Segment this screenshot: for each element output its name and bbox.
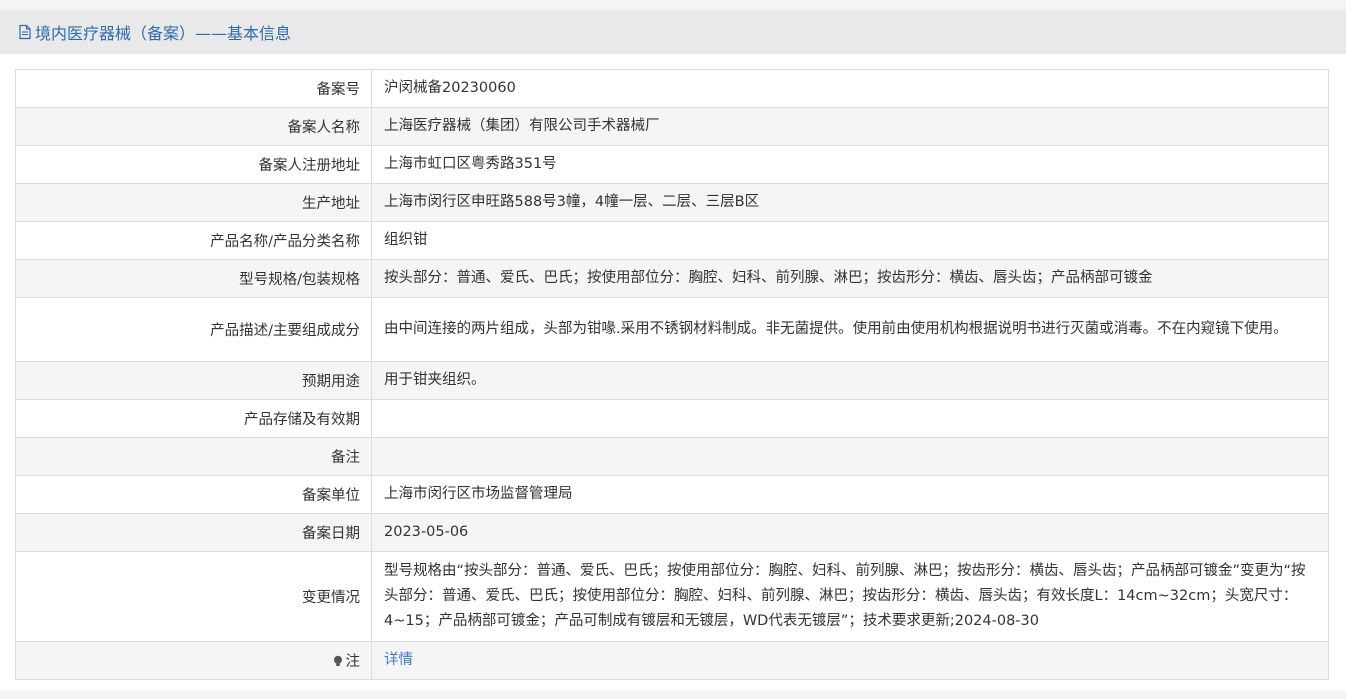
row-label: 备案日期	[15, 513, 372, 552]
row-value: 型号规格由“按头部分：普通、爱氏、巴氏；按使用部位分：胸腔、妇科、前列腺、淋巴；…	[371, 551, 1329, 642]
row-label: 型号规格/包装规格	[15, 259, 372, 298]
document-icon	[17, 24, 33, 40]
row-label: 生产地址	[15, 183, 372, 222]
row-value: 2023-05-06	[371, 513, 1329, 552]
info-table-container: 备案号 沪闵械备20230060 备案人名称 上海医疗器械（集团）有限公司手术器…	[15, 69, 1329, 680]
row-label: 备案人名称	[15, 107, 372, 146]
row-value: 按头部分：普通、爱氏、巴氏；按使用部位分：胸腔、妇科、前列腺、淋巴；按齿形分：横…	[371, 259, 1329, 298]
note-row: 注 详情	[15, 641, 1329, 680]
row-label: 备案人注册地址	[15, 145, 372, 184]
table-row: 变更情况 型号规格由“按头部分：普通、爱氏、巴氏；按使用部位分：胸腔、妇科、前列…	[15, 551, 1329, 642]
row-label: 产品描述/主要组成成分	[15, 297, 372, 362]
table-row: 备案单位 上海市闵行区市场监督管理局	[15, 475, 1329, 514]
table-row: 型号规格/包装规格 按头部分：普通、爱氏、巴氏；按使用部位分：胸腔、妇科、前列腺…	[15, 259, 1329, 298]
bottom-strip	[0, 690, 1346, 699]
row-label: 产品名称/产品分类名称	[15, 221, 372, 260]
row-value: 由中间连接的两片组成，头部为钳喙.采用不锈钢材料制成。非无菌提供。使用前由使用机…	[371, 297, 1329, 362]
row-value: 上海市闵行区市场监督管理局	[371, 475, 1329, 514]
table-row: 备注	[15, 437, 1329, 476]
row-value: 上海市虹口区粤秀路351号	[371, 145, 1329, 184]
row-label: 备案号	[15, 69, 372, 108]
lightbulb-icon	[332, 655, 344, 667]
table-row: 产品存储及有效期	[15, 399, 1329, 438]
row-label: 产品存储及有效期	[15, 399, 372, 438]
table-row: 生产地址 上海市闵行区申旺路588号3幢，4幢一层、二层、三层B区	[15, 183, 1329, 222]
row-value: 上海医疗器械（集团）有限公司手术器械厂	[371, 107, 1329, 146]
note-label: 注	[345, 654, 361, 670]
note-value-cell: 详情	[371, 641, 1329, 680]
table-row: 预期用途 用于钳夹组织。	[15, 361, 1329, 400]
row-label: 备案单位	[15, 475, 372, 514]
note-label-cell: 注	[15, 641, 372, 680]
row-value	[371, 437, 1329, 476]
page: 境内医疗器械（备案）——基本信息 备案号 沪闵械备20230060 备案人名称 …	[0, 0, 1346, 699]
table-row: 产品描述/主要组成成分 由中间连接的两片组成，头部为钳喙.采用不锈钢材料制成。非…	[15, 297, 1329, 362]
row-label: 备注	[15, 437, 372, 476]
table-row: 备案日期 2023-05-06	[15, 513, 1329, 552]
row-label: 变更情况	[15, 551, 372, 642]
info-table: 备案号 沪闵械备20230060 备案人名称 上海医疗器械（集团）有限公司手术器…	[15, 69, 1329, 680]
page-title: 境内医疗器械（备案）——基本信息	[35, 24, 292, 43]
row-value: 上海市闵行区申旺路588号3幢，4幢一层、二层、三层B区	[371, 183, 1329, 222]
row-label: 预期用途	[15, 361, 372, 400]
row-value: 用于钳夹组织。	[371, 361, 1329, 400]
details-link[interactable]: 详情	[384, 652, 413, 668]
table-row: 备案号 沪闵械备20230060	[15, 69, 1329, 108]
table-row: 产品名称/产品分类名称 组织钳	[15, 221, 1329, 260]
row-value: 组织钳	[371, 221, 1329, 260]
row-value: 沪闵械备20230060	[371, 69, 1329, 108]
table-row: 备案人名称 上海医疗器械（集团）有限公司手术器械厂	[15, 107, 1329, 146]
top-strip	[0, 0, 1346, 10]
table-row: 备案人注册地址 上海市虹口区粤秀路351号	[15, 145, 1329, 184]
row-value	[371, 399, 1329, 438]
section-header: 境内医疗器械（备案）——基本信息	[0, 10, 1346, 54]
